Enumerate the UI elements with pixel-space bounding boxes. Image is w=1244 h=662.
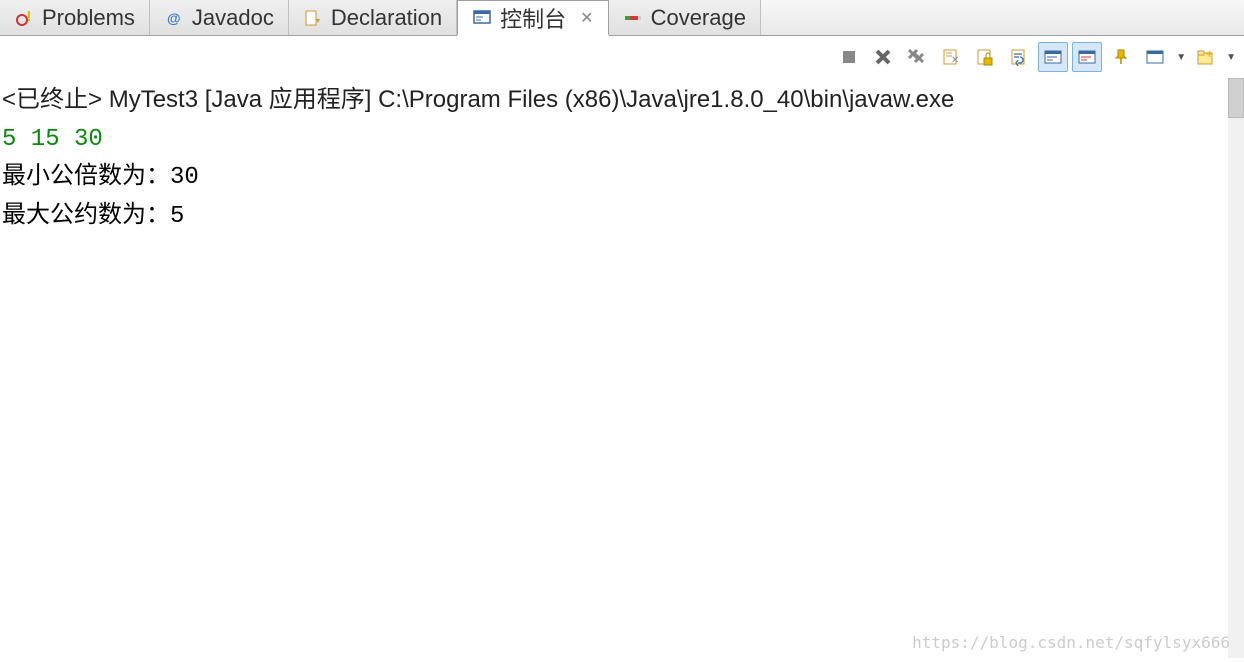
display-dropdown-icon[interactable]: ▼ bbox=[1176, 52, 1186, 63]
console-input-line: 5 15 30 bbox=[2, 121, 1244, 159]
svg-text:✕: ✕ bbox=[951, 55, 959, 66]
clear-console-button[interactable]: ✕ bbox=[936, 42, 966, 72]
tab-label: Problems bbox=[42, 5, 135, 31]
tab-label: 控制台 bbox=[500, 2, 566, 34]
show-stdout-button[interactable] bbox=[1038, 42, 1068, 72]
declaration-icon bbox=[303, 8, 323, 28]
console-toolbar: ✕ bbox=[0, 36, 1244, 78]
console-output-line: 最小公倍数为：30 bbox=[2, 159, 1244, 197]
problems-icon bbox=[14, 8, 34, 28]
tab-declaration[interactable]: Declaration bbox=[289, 0, 457, 35]
scroll-thumb[interactable] bbox=[1228, 78, 1244, 118]
remove-launch-button[interactable] bbox=[868, 42, 898, 72]
vertical-scrollbar[interactable] bbox=[1228, 78, 1244, 658]
terminate-button[interactable] bbox=[834, 42, 864, 72]
tab-problems[interactable]: Problems bbox=[0, 0, 150, 35]
tab-javadoc[interactable]: @ Javadoc bbox=[150, 0, 289, 35]
remove-all-button[interactable] bbox=[902, 42, 932, 72]
show-stderr-button[interactable] bbox=[1072, 42, 1102, 72]
watermark-text: https://blog.csdn.net/sqfylsyx666 bbox=[912, 633, 1230, 652]
open-console-button[interactable]: + bbox=[1190, 42, 1220, 72]
tab-label: Declaration bbox=[331, 5, 442, 31]
pin-console-button[interactable] bbox=[1106, 42, 1136, 72]
tab-label: Coverage bbox=[651, 5, 746, 31]
coverage-icon bbox=[623, 8, 643, 28]
svg-text:+: + bbox=[1206, 48, 1213, 61]
open-dropdown-icon[interactable]: ▼ bbox=[1226, 52, 1236, 63]
console-process-header: <已终止> MyTest3 [Java 应用程序] C:\Program Fil… bbox=[0, 78, 1244, 115]
svg-text:@: @ bbox=[167, 10, 181, 26]
console-output[interactable]: 5 15 30 最小公倍数为：30 最大公约数为：5 bbox=[0, 115, 1244, 657]
tab-coverage[interactable]: Coverage bbox=[609, 0, 761, 35]
console-icon bbox=[472, 8, 492, 28]
javadoc-icon: @ bbox=[164, 8, 184, 28]
scroll-lock-button[interactable] bbox=[970, 42, 1000, 72]
tab-label: Javadoc bbox=[192, 5, 274, 31]
view-tabs-bar: Problems @ Javadoc Declaration 控制台 bbox=[0, 0, 1244, 36]
tab-console[interactable]: 控制台 ✕ bbox=[457, 0, 608, 36]
console-output-line: 最大公约数为：5 bbox=[2, 198, 1244, 236]
close-icon[interactable]: ✕ bbox=[580, 8, 593, 28]
word-wrap-button[interactable] bbox=[1004, 42, 1034, 72]
display-selected-console-button[interactable] bbox=[1140, 42, 1170, 72]
